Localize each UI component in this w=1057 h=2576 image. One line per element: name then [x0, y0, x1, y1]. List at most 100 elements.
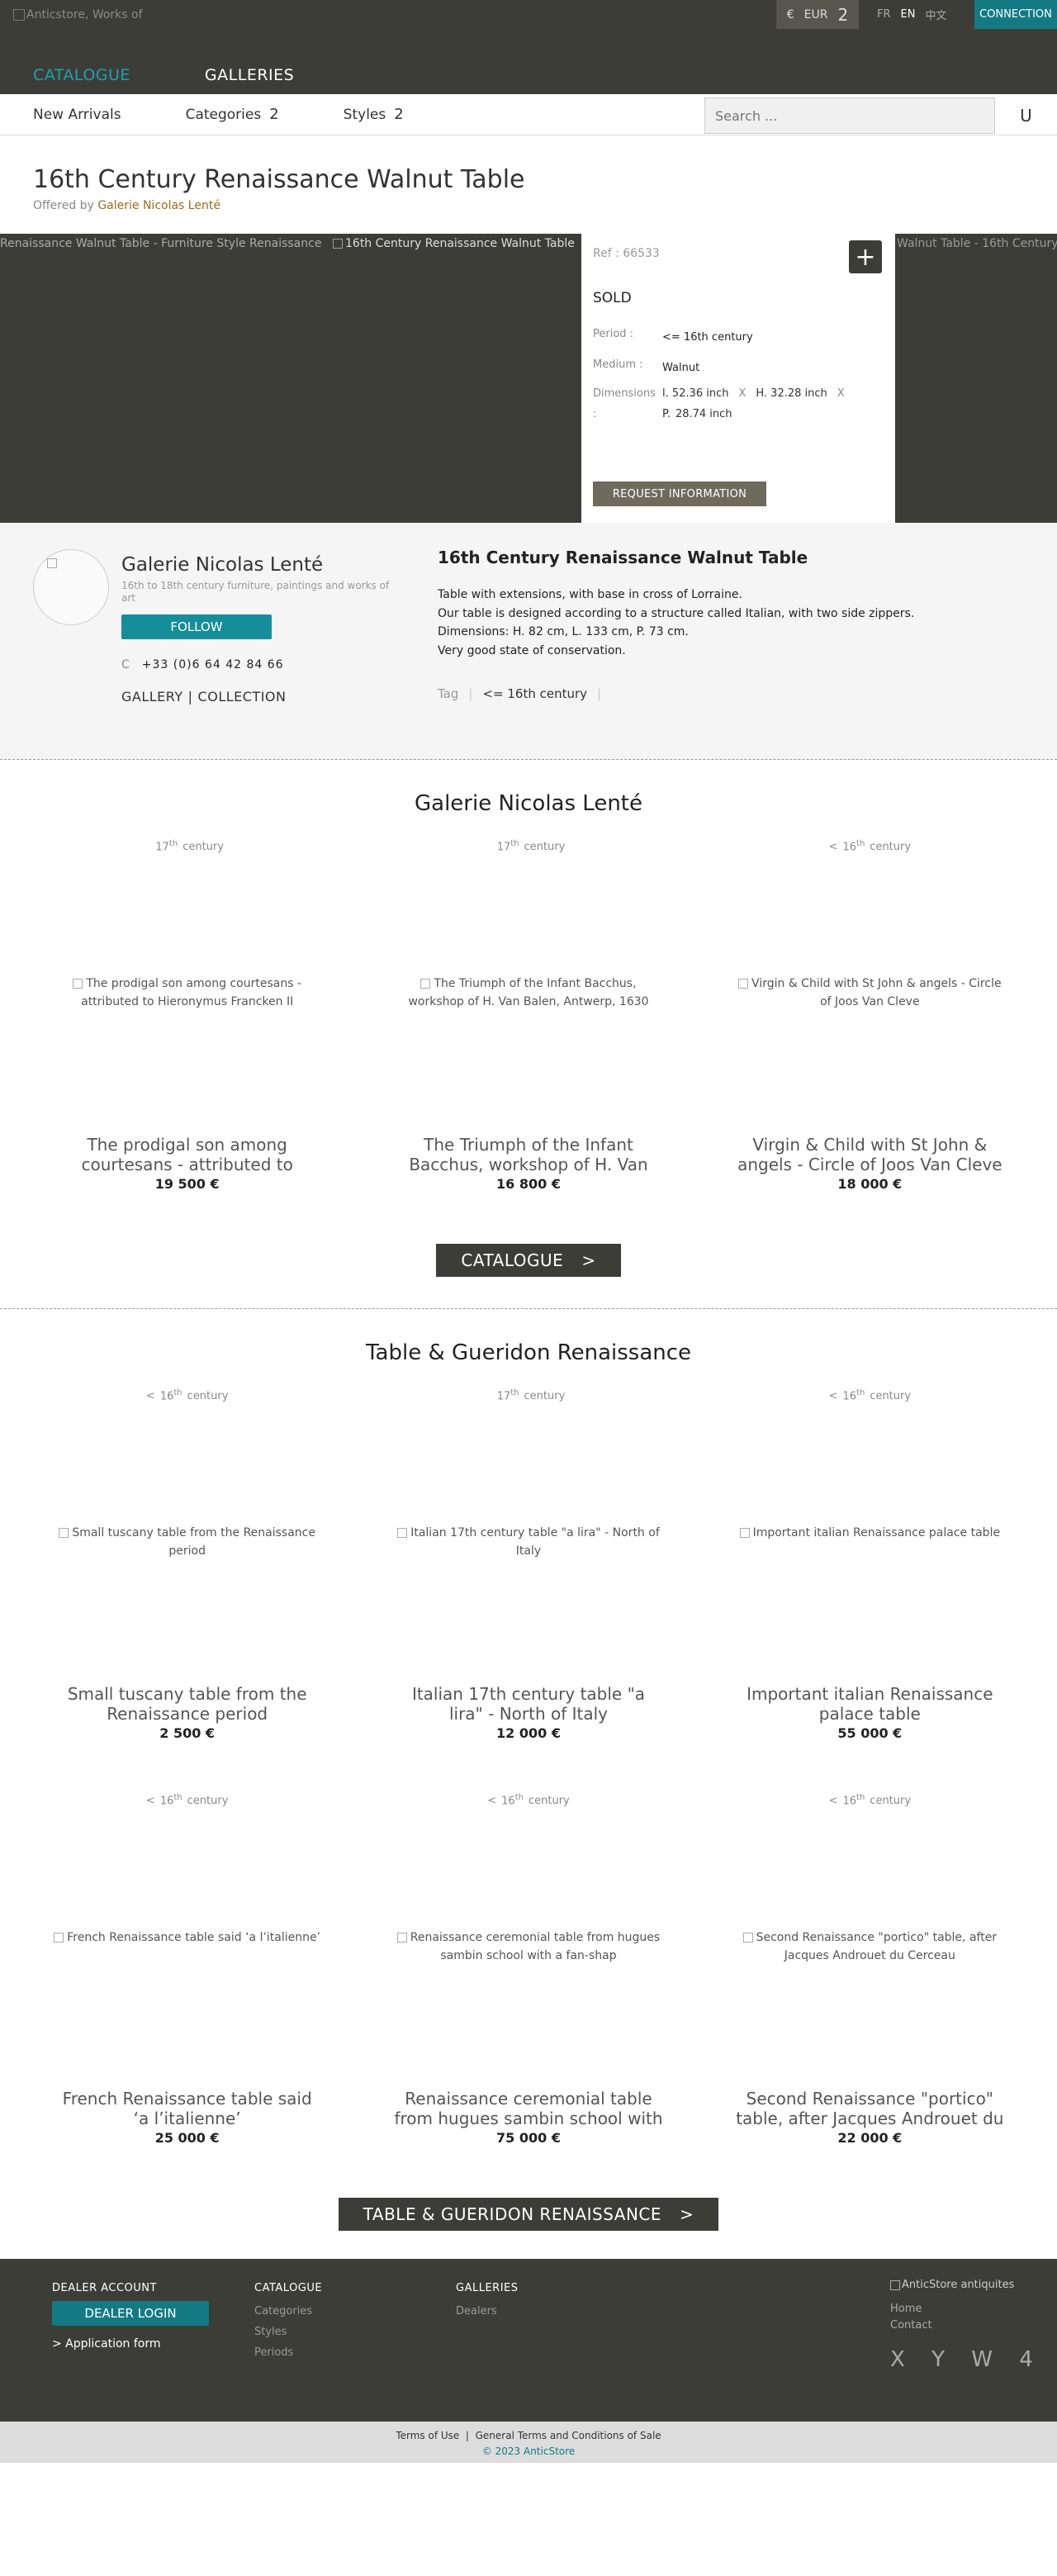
- application-form-link[interactable]: > Application form: [52, 2337, 209, 2351]
- broken-image-icon: [13, 9, 25, 21]
- century-number: 16th: [842, 1388, 865, 1403]
- product-card[interactable]: <16th century Renaissance ceremonial table…: [358, 1793, 699, 2198]
- next-image[interactable]: Walnut Table - 16th Century: [897, 237, 1057, 250]
- currency-code: EUR: [803, 7, 828, 21]
- product-name[interactable]: The prodigal son among courtesans - attr…: [53, 1135, 321, 1174]
- product-name[interactable]: Important italian Renaissance palace tab…: [736, 1684, 1004, 1724]
- product-card[interactable]: 17th century Italian 17th century table "a…: [358, 1388, 699, 1793]
- lang-fr[interactable]: FR: [877, 8, 891, 21]
- subnav-new-arrivals[interactable]: New Arrivals: [33, 107, 121, 123]
- footer-link-styles[interactable]: Styles: [254, 2322, 322, 2342]
- century-number: 16th: [842, 839, 865, 854]
- product-card[interactable]: 17th century The Triumph of the Infant Bac…: [358, 839, 699, 1244]
- offered-prefix: Offered by: [33, 199, 94, 212]
- product-image[interactable]: Important italian Renaissance palace tab…: [736, 1524, 1004, 1542]
- prev-image[interactable]: Renaissance Walnut Table - Furniture Sty…: [0, 237, 330, 250]
- century-word: century: [187, 1795, 229, 1808]
- product-card[interactable]: <16th century Virgin & Child with St John …: [699, 839, 1040, 1244]
- product-image[interactable]: Virgin & Child with St John & angels - C…: [736, 975, 1004, 1011]
- broken-image-icon: [396, 1933, 407, 1943]
- product-price: 75 000 €: [496, 2130, 561, 2146]
- product-price: 2 500 €: [159, 1725, 216, 1741]
- gallery-link[interactable]: GALLERY: [121, 689, 183, 704]
- product-image[interactable]: Second Renaissance "portico" table, afte…: [736, 1928, 1004, 1965]
- status-badge: SOLD: [593, 290, 632, 306]
- century-label: 17th century: [17, 839, 358, 853]
- connection-button[interactable]: CONNECTION: [974, 0, 1057, 29]
- century-number: 16th: [159, 1388, 182, 1403]
- product-card[interactable]: <16th century Important italian Renaissanc…: [699, 1388, 1040, 1793]
- broken-image-icon: [54, 1933, 64, 1943]
- product-card[interactable]: <16th century Small tuscany table from the…: [17, 1388, 358, 1793]
- gtc-link[interactable]: General Terms and Conditions of Sale: [476, 2430, 661, 2441]
- product-name[interactable]: Renaissance ceremonial table from hugues…: [394, 2089, 662, 2128]
- product-image[interactable]: The Triumph of the Infant Bacchus, works…: [394, 975, 662, 1011]
- footer-link-contact[interactable]: Contact: [890, 2317, 1043, 2334]
- site-logo[interactable]: Anticstore, Works of: [13, 8, 143, 21]
- footer-link-dealers[interactable]: Dealers: [456, 2301, 519, 2322]
- product-info-card: Ref : 66533 + SOLD Period : <= 16th cent…: [581, 234, 895, 523]
- product-name[interactable]: Italian 17th century table "a lira" - No…: [394, 1684, 662, 1724]
- dimensions-label: Dimensions :: [593, 387, 656, 421]
- sub-nav: New Arrivals Categories 2 Styles 2 U: [0, 94, 1057, 135]
- product-card[interactable]: <16th century Second Renaissance "portico"…: [699, 1793, 1040, 2198]
- subnav-label: Styles: [343, 106, 386, 123]
- image-alt-text: Italian 17th century table "a lira" - No…: [410, 1526, 660, 1558]
- product-name[interactable]: French Renaissance table said ‘a l’itali…: [53, 2089, 321, 2128]
- century-word: century: [870, 841, 912, 854]
- category-button[interactable]: TABLE & GUERIDON RENAISSANCE >: [338, 2198, 719, 2231]
- footer-link-home[interactable]: Home: [890, 2301, 1043, 2317]
- currency-selector[interactable]: € EUR 2: [776, 0, 859, 29]
- plus-icon[interactable]: +: [849, 240, 882, 273]
- lang-zh[interactable]: 中文: [925, 7, 946, 22]
- product-name[interactable]: Small tuscany table from the Renaissance…: [53, 1684, 321, 1724]
- product-image[interactable]: The prodigal son among courtesans - attr…: [53, 975, 321, 1011]
- dealer-login-button[interactable]: DEALER LOGIN: [52, 2301, 209, 2326]
- main-image[interactable]: 16th Century Renaissance Walnut Table: [333, 237, 575, 250]
- request-information-button[interactable]: REQUEST INFORMATION: [593, 482, 766, 506]
- social-icons[interactable]: X Y W 4: [890, 2347, 1043, 2372]
- century-number: 17th: [155, 839, 178, 854]
- product-image[interactable]: Italian 17th century table "a lira" - No…: [394, 1524, 662, 1560]
- product-card[interactable]: <16th century French Renaissance table sai…: [17, 1793, 358, 2198]
- search-icon[interactable]: U: [995, 97, 1057, 134]
- product-image[interactable]: French Renaissance table said ‘a l’itali…: [53, 1928, 321, 1947]
- century-number: 17th: [496, 1388, 519, 1403]
- legal-bar: Terms of Use | General Terms and Conditi…: [0, 2422, 1057, 2463]
- nav-galleries[interactable]: GALLERIES: [205, 66, 294, 84]
- subnav-styles[interactable]: Styles 2: [344, 106, 404, 123]
- follow-button[interactable]: FOLLOW: [121, 614, 272, 639]
- product-name[interactable]: Second Renaissance "portico" table, afte…: [736, 2089, 1004, 2128]
- period-value[interactable]: <= 16th century: [662, 328, 884, 349]
- century-label: <16th century: [699, 1793, 1040, 1807]
- product-card[interactable]: 17th century The prodigal son among courte…: [17, 839, 358, 1244]
- product-image[interactable]: Renaissance ceremonial table from hugues…: [394, 1928, 662, 1965]
- image-alt-text: The Triumph of the Infant Bacchus, works…: [408, 977, 649, 1008]
- footer-logo[interactable]: AnticStore antiquites: [890, 2279, 1043, 2291]
- dealer-name[interactable]: Galerie Nicolas Lenté: [121, 554, 323, 576]
- catalogue-button[interactable]: CATALOGUE >: [436, 1244, 621, 1277]
- footer-link-categories[interactable]: Categories: [254, 2301, 322, 2322]
- gallery-link[interactable]: Galerie Nicolas Lenté: [97, 199, 220, 212]
- arrow-right-icon: >: [680, 2204, 694, 2224]
- subnav-label: New Arrivals: [33, 106, 121, 123]
- product-price: 22 000 €: [837, 2130, 903, 2146]
- footer-link-periods[interactable]: Periods: [254, 2342, 322, 2363]
- collection-link[interactable]: COLLECTION: [198, 689, 287, 704]
- section-title: Table & Gueridon Renaissance: [365, 1340, 692, 1365]
- terms-of-use-link[interactable]: Terms of Use: [396, 2430, 459, 2441]
- avatar[interactable]: [33, 549, 109, 625]
- tag-item[interactable]: <= 16th century: [482, 686, 587, 701]
- lang-en[interactable]: EN: [901, 8, 916, 21]
- offered-by: Offered by Galerie Nicolas Lenté: [33, 199, 1024, 212]
- product-image[interactable]: Small tuscany table from the Renaissance…: [53, 1524, 321, 1560]
- product-price: 19 500 €: [154, 1176, 220, 1192]
- subnav-categories[interactable]: Categories 2: [186, 106, 279, 123]
- product-name[interactable]: Virgin & Child with St John & angels - C…: [736, 1135, 1004, 1174]
- century-number: 17th: [496, 839, 519, 854]
- product-price: 16 800 €: [496, 1176, 561, 1192]
- search-input[interactable]: [705, 107, 994, 124]
- product-name[interactable]: The Triumph of the Infant Bacchus, works…: [394, 1135, 662, 1174]
- dealer-phone[interactable]: C +33 (0)6 64 42 84 66: [121, 658, 284, 671]
- nav-catalogue[interactable]: CATALOGUE: [33, 66, 130, 84]
